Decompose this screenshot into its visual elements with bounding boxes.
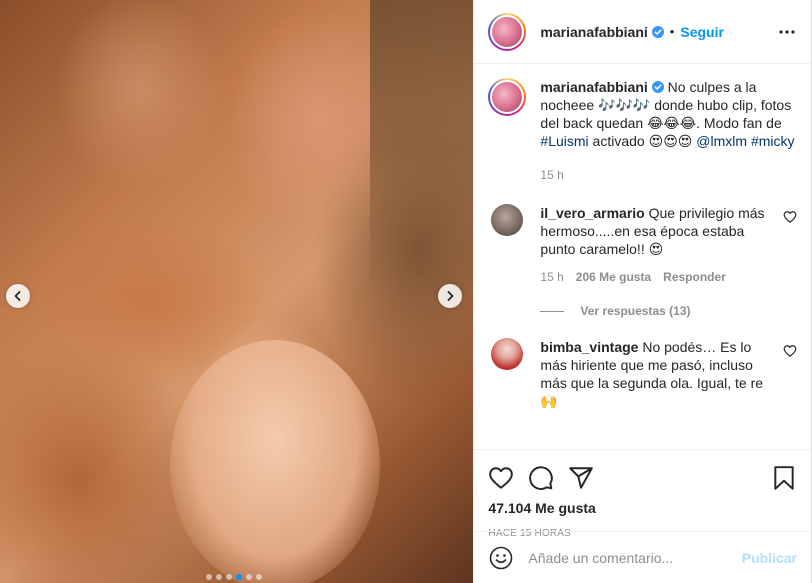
comment-button[interactable]	[528, 458, 568, 498]
comment-icon	[529, 466, 554, 490]
post-image[interactable]	[0, 0, 474, 583]
comment-likes[interactable]: 206 Me gusta	[576, 268, 651, 286]
comment-item: il_vero_armario Que privilegio más hermo…	[488, 204, 797, 286]
hashtag-link[interactable]: #Luismi	[540, 133, 588, 149]
comment-username[interactable]: il_vero_armario	[540, 205, 644, 221]
heart-icon[interactable]	[783, 344, 797, 358]
comment-time[interactable]: 15 h	[540, 268, 563, 286]
more-options-icon	[779, 29, 795, 34]
replies-divider	[540, 310, 565, 312]
action-bar	[488, 458, 797, 498]
caption-time[interactable]: 15 h	[540, 166, 797, 184]
share-icon	[569, 467, 594, 489]
heart-icon[interactable]	[783, 210, 797, 224]
heart-icon	[489, 467, 514, 489]
verified-badge-icon	[651, 25, 664, 38]
like-button[interactable]	[488, 458, 528, 498]
carousel-dot	[246, 574, 252, 580]
commenter-avatar[interactable]	[491, 204, 524, 236]
chevron-left-icon	[14, 291, 21, 301]
share-button[interactable]	[568, 458, 608, 498]
chevron-right-icon	[447, 291, 454, 301]
image-region-hair	[370, 0, 474, 300]
header-separator: •	[669, 24, 675, 39]
carousel-dot	[236, 574, 242, 580]
carousel-dot	[256, 574, 262, 580]
avatar[interactable]	[488, 12, 527, 51]
mention-link[interactable]: @lmxlm	[696, 133, 747, 149]
bookmark-icon	[774, 466, 794, 490]
carousel-dot	[206, 574, 212, 580]
reply-button[interactable]: Responder	[663, 268, 726, 286]
carousel-prev-button[interactable]	[6, 284, 30, 308]
follow-button[interactable]: Seguir	[680, 24, 724, 40]
commenter-avatar[interactable]	[491, 338, 524, 370]
post-side-panel: marianafabbiani • Seguir marianafabbiani…	[473, 0, 811, 583]
author-username[interactable]: marianafabbiani	[540, 24, 647, 40]
save-button[interactable]	[757, 458, 797, 498]
post-modal: marianafabbiani • Seguir marianafabbiani…	[0, 0, 812, 583]
caption-body: marianafabbiani No culpes a la nocheee 🎶…	[540, 78, 797, 184]
publish-button[interactable]: Publicar	[742, 550, 797, 566]
carousel-dot	[216, 574, 222, 580]
caption-username[interactable]: marianafabbiani	[540, 79, 647, 95]
view-replies-button[interactable]: Ver respuestas (13)	[540, 304, 797, 318]
comment-composer: Publicar	[474, 531, 811, 583]
comment-item: bimba_vintage No podés… Es lo más hirien…	[488, 338, 797, 410]
carousel-dot	[226, 574, 232, 580]
hashtag-link[interactable]: #micky	[751, 133, 795, 149]
comment-username[interactable]: bimba_vintage	[540, 339, 638, 355]
post-caption: marianafabbiani No culpes a la nocheee 🎶…	[488, 78, 797, 184]
more-options-button[interactable]	[777, 22, 797, 42]
comments-list[interactable]: marianafabbiani No culpes a la nocheee 🎶…	[474, 64, 811, 449]
carousel-indicator	[206, 574, 262, 580]
comment-input[interactable]	[528, 549, 742, 566]
caption-avatar[interactable]	[488, 78, 527, 116]
image-region-hand	[170, 340, 380, 583]
caption-text-2: activado 😍😍😍	[588, 133, 697, 149]
carousel-next-button[interactable]	[438, 284, 462, 308]
likes-count[interactable]: 47.104 Me gusta	[488, 500, 797, 516]
emoji-icon	[490, 546, 513, 569]
verified-badge-icon	[651, 81, 664, 93]
view-replies-label: Ver respuestas (13)	[580, 304, 691, 318]
emoji-button[interactable]	[488, 545, 514, 571]
post-header: marianafabbiani • Seguir	[474, 0, 811, 64]
